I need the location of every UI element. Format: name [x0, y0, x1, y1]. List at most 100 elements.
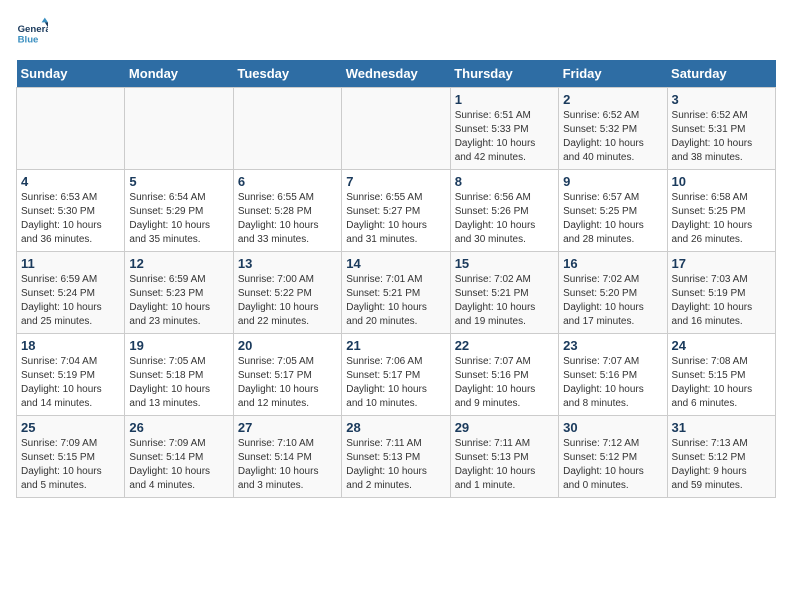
- day-number: 11: [21, 256, 120, 271]
- day-cell: 7 Sunrise: 6:55 AM Sunset: 5:27 PM Daylig…: [342, 170, 450, 252]
- day-cell: 28 Sunrise: 7:11 AM Sunset: 5:13 PM Dayli…: [342, 416, 450, 498]
- header-cell-wednesday: Wednesday: [342, 60, 450, 88]
- day-info: Sunrise: 6:55 AM Sunset: 5:28 PM Dayligh…: [238, 191, 337, 247]
- day-cell: 19 Sunrise: 7:05 AM Sunset: 5:18 PM Dayli…: [125, 334, 233, 416]
- day-cell: 9 Sunrise: 6:57 AM Sunset: 5:25 PM Daylig…: [559, 170, 667, 252]
- day-info: Sunrise: 7:13 AM Sunset: 5:12 PM Dayligh…: [672, 437, 771, 493]
- header-cell-friday: Friday: [559, 60, 667, 88]
- day-cell: [125, 88, 233, 170]
- day-cell: 12 Sunrise: 6:59 AM Sunset: 5:23 PM Dayli…: [125, 252, 233, 334]
- day-info: Sunrise: 7:05 AM Sunset: 5:18 PM Dayligh…: [129, 355, 228, 411]
- day-info: Sunrise: 6:53 AM Sunset: 5:30 PM Dayligh…: [21, 191, 120, 247]
- day-cell: [342, 88, 450, 170]
- day-info: Sunrise: 6:55 AM Sunset: 5:27 PM Dayligh…: [346, 191, 445, 247]
- day-cell: 23 Sunrise: 7:07 AM Sunset: 5:16 PM Dayli…: [559, 334, 667, 416]
- day-info: Sunrise: 6:51 AM Sunset: 5:33 PM Dayligh…: [455, 109, 554, 165]
- day-cell: 25Sunrise: 7:09 AM Sunset: 5:15 PM Dayli…: [17, 416, 125, 498]
- day-cell: 11 Sunrise: 6:59 AM Sunset: 5:24 PM Dayli…: [17, 252, 125, 334]
- calendar-header: SundayMondayTuesdayWednesdayThursdayFrid…: [17, 60, 776, 88]
- day-number: 7: [346, 174, 445, 189]
- day-info: Sunrise: 6:57 AM Sunset: 5:25 PM Dayligh…: [563, 191, 662, 247]
- day-cell: 27 Sunrise: 7:10 AM Sunset: 5:14 PM Dayli…: [233, 416, 341, 498]
- header-row: SundayMondayTuesdayWednesdayThursdayFrid…: [17, 60, 776, 88]
- day-number: 14: [346, 256, 445, 271]
- day-info: Sunrise: 7:05 AM Sunset: 5:17 PM Dayligh…: [238, 355, 337, 411]
- header-cell-saturday: Saturday: [667, 60, 775, 88]
- day-cell: 2 Sunrise: 6:52 AM Sunset: 5:32 PM Daylig…: [559, 88, 667, 170]
- day-number: 9: [563, 174, 662, 189]
- day-cell: [233, 88, 341, 170]
- day-info: Sunrise: 6:58 AM Sunset: 5:25 PM Dayligh…: [672, 191, 771, 247]
- day-number: 18: [21, 338, 120, 353]
- day-info: Sunrise: 7:09 AM Sunset: 5:14 PM Dayligh…: [129, 437, 228, 493]
- day-cell: 10 Sunrise: 6:58 AM Sunset: 5:25 PM Dayli…: [667, 170, 775, 252]
- day-info: Sunrise: 6:52 AM Sunset: 5:32 PM Dayligh…: [563, 109, 662, 165]
- day-info: Sunrise: 7:09 AM Sunset: 5:15 PM Dayligh…: [21, 437, 120, 493]
- day-info: Sunrise: 6:59 AM Sunset: 5:24 PM Dayligh…: [21, 273, 120, 329]
- day-cell: 26 Sunrise: 7:09 AM Sunset: 5:14 PM Dayli…: [125, 416, 233, 498]
- week-row-0: 1 Sunrise: 6:51 AM Sunset: 5:33 PM Daylig…: [17, 88, 776, 170]
- day-info: Sunrise: 7:07 AM Sunset: 5:16 PM Dayligh…: [563, 355, 662, 411]
- calendar-body: 1 Sunrise: 6:51 AM Sunset: 5:33 PM Daylig…: [17, 88, 776, 498]
- day-info: Sunrise: 7:04 AM Sunset: 5:19 PM Dayligh…: [21, 355, 120, 411]
- day-cell: 6 Sunrise: 6:55 AM Sunset: 5:28 PM Daylig…: [233, 170, 341, 252]
- day-number: 4: [21, 174, 120, 189]
- day-number: 31: [672, 420, 771, 435]
- day-info: Sunrise: 7:02 AM Sunset: 5:21 PM Dayligh…: [455, 273, 554, 329]
- day-cell: 17Sunrise: 7:03 AM Sunset: 5:19 PM Dayli…: [667, 252, 775, 334]
- day-number: 21: [346, 338, 445, 353]
- day-number: 1: [455, 92, 554, 107]
- day-number: 24: [672, 338, 771, 353]
- header-cell-thursday: Thursday: [450, 60, 558, 88]
- day-info: Sunrise: 6:56 AM Sunset: 5:26 PM Dayligh…: [455, 191, 554, 247]
- day-cell: 15 Sunrise: 7:02 AM Sunset: 5:21 PM Dayli…: [450, 252, 558, 334]
- day-info: Sunrise: 7:01 AM Sunset: 5:21 PM Dayligh…: [346, 273, 445, 329]
- week-row-3: 18 Sunrise: 7:04 AM Sunset: 5:19 PM Dayli…: [17, 334, 776, 416]
- day-cell: 30 Sunrise: 7:12 AM Sunset: 5:12 PM Dayli…: [559, 416, 667, 498]
- week-row-1: 4 Sunrise: 6:53 AM Sunset: 5:30 PM Daylig…: [17, 170, 776, 252]
- day-number: 28: [346, 420, 445, 435]
- day-cell: 14 Sunrise: 7:01 AM Sunset: 5:21 PM Dayli…: [342, 252, 450, 334]
- week-row-4: 25Sunrise: 7:09 AM Sunset: 5:15 PM Dayli…: [17, 416, 776, 498]
- day-number: 5: [129, 174, 228, 189]
- day-info: Sunrise: 7:11 AM Sunset: 5:13 PM Dayligh…: [455, 437, 554, 493]
- svg-text:Blue: Blue: [18, 34, 39, 45]
- header-cell-tuesday: Tuesday: [233, 60, 341, 88]
- day-number: 2: [563, 92, 662, 107]
- day-number: 26: [129, 420, 228, 435]
- day-cell: 4 Sunrise: 6:53 AM Sunset: 5:30 PM Daylig…: [17, 170, 125, 252]
- day-number: 3: [672, 92, 771, 107]
- day-number: 6: [238, 174, 337, 189]
- day-info: Sunrise: 6:52 AM Sunset: 5:31 PM Dayligh…: [672, 109, 771, 165]
- day-cell: 8Sunrise: 6:56 AM Sunset: 5:26 PM Daylig…: [450, 170, 558, 252]
- day-number: 19: [129, 338, 228, 353]
- day-info: Sunrise: 7:06 AM Sunset: 5:17 PM Dayligh…: [346, 355, 445, 411]
- day-cell: 16Sunrise: 7:02 AM Sunset: 5:20 PM Dayli…: [559, 252, 667, 334]
- day-number: 23: [563, 338, 662, 353]
- day-cell: 21 Sunrise: 7:06 AM Sunset: 5:17 PM Dayli…: [342, 334, 450, 416]
- day-number: 12: [129, 256, 228, 271]
- day-number: 10: [672, 174, 771, 189]
- day-info: Sunrise: 6:59 AM Sunset: 5:23 PM Dayligh…: [129, 273, 228, 329]
- day-cell: 18 Sunrise: 7:04 AM Sunset: 5:19 PM Dayli…: [17, 334, 125, 416]
- day-cell: 1 Sunrise: 6:51 AM Sunset: 5:33 PM Daylig…: [450, 88, 558, 170]
- day-info: Sunrise: 7:12 AM Sunset: 5:12 PM Dayligh…: [563, 437, 662, 493]
- header-cell-sunday: Sunday: [17, 60, 125, 88]
- day-info: Sunrise: 7:11 AM Sunset: 5:13 PM Dayligh…: [346, 437, 445, 493]
- day-cell: 29 Sunrise: 7:11 AM Sunset: 5:13 PM Dayli…: [450, 416, 558, 498]
- day-info: Sunrise: 7:08 AM Sunset: 5:15 PM Dayligh…: [672, 355, 771, 411]
- day-number: 15: [455, 256, 554, 271]
- day-cell: 20 Sunrise: 7:05 AM Sunset: 5:17 PM Dayli…: [233, 334, 341, 416]
- day-number: 20: [238, 338, 337, 353]
- day-info: Sunrise: 7:02 AM Sunset: 5:20 PM Dayligh…: [563, 273, 662, 329]
- day-info: Sunrise: 7:10 AM Sunset: 5:14 PM Dayligh…: [238, 437, 337, 493]
- day-cell: 13Sunrise: 7:00 AM Sunset: 5:22 PM Dayli…: [233, 252, 341, 334]
- day-number: 30: [563, 420, 662, 435]
- day-cell: [17, 88, 125, 170]
- day-number: 29: [455, 420, 554, 435]
- header-cell-monday: Monday: [125, 60, 233, 88]
- day-number: 27: [238, 420, 337, 435]
- svg-text:General: General: [18, 24, 48, 35]
- logo-icon: General Blue: [16, 16, 48, 48]
- day-number: 13: [238, 256, 337, 271]
